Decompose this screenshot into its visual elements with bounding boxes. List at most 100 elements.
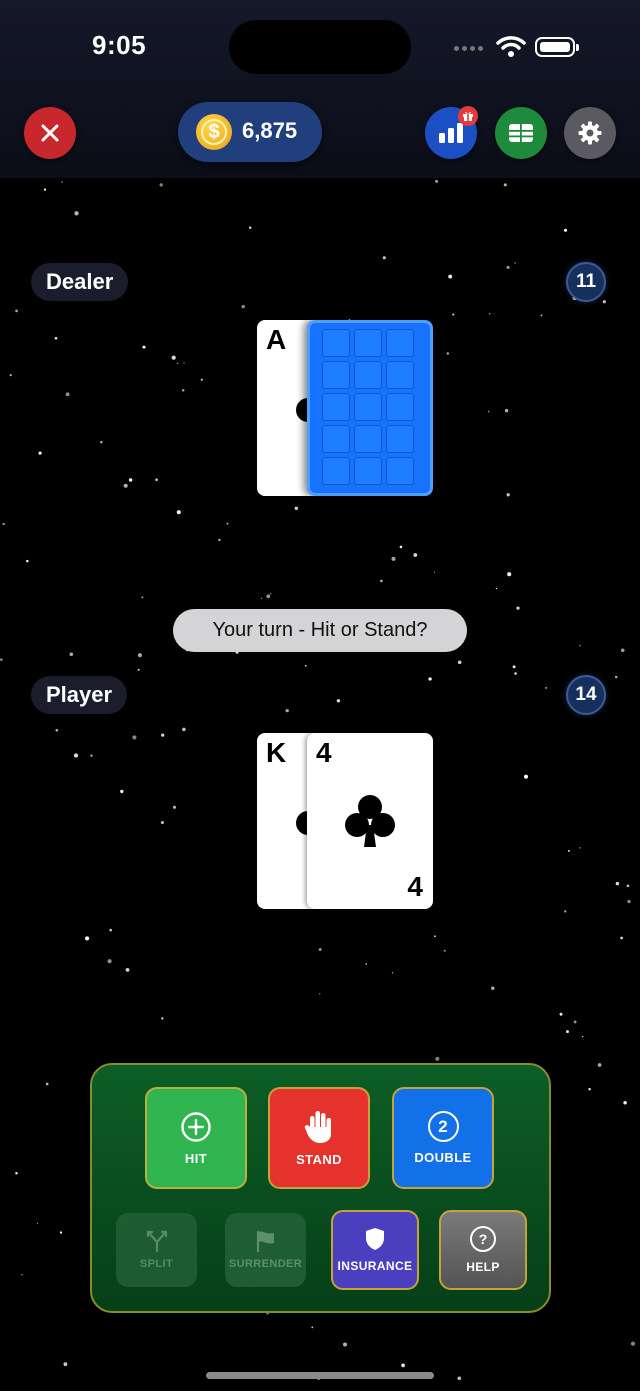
split-button[interactable]: SPLIT xyxy=(116,1213,197,1287)
star xyxy=(365,963,367,965)
double-button[interactable]: 2 DOUBLE xyxy=(392,1087,494,1189)
club-suit-icon xyxy=(345,795,395,847)
split-label: SPLIT xyxy=(139,1258,174,1270)
star xyxy=(563,228,568,232)
star xyxy=(43,188,47,191)
star xyxy=(413,553,418,557)
stand-button[interactable]: STAND xyxy=(268,1087,370,1189)
table-icon xyxy=(509,124,533,142)
insurance-label: INSURANCE xyxy=(337,1259,413,1273)
star xyxy=(172,805,177,809)
star xyxy=(304,664,307,667)
star xyxy=(567,849,570,852)
star xyxy=(21,1273,23,1276)
star xyxy=(336,699,341,703)
close-icon xyxy=(41,124,59,142)
card-rank: K xyxy=(266,737,287,768)
star xyxy=(401,1363,405,1368)
star xyxy=(620,648,625,653)
star xyxy=(581,1035,584,1038)
star xyxy=(294,506,299,511)
coin-amount: 6,875 xyxy=(242,118,298,143)
turn-message: Your turn - Hit or Stand? xyxy=(173,609,467,652)
star xyxy=(2,522,5,526)
split-arrows-icon xyxy=(146,1230,167,1252)
dealer-label: Dealer xyxy=(31,263,129,301)
star xyxy=(627,899,631,904)
star xyxy=(85,936,90,941)
star xyxy=(132,735,137,740)
dealer-card-facedown xyxy=(307,320,433,496)
star xyxy=(171,355,176,360)
close-button[interactable] xyxy=(24,107,76,159)
star xyxy=(226,522,229,525)
star xyxy=(433,571,436,573)
star xyxy=(391,972,394,974)
star xyxy=(614,675,618,679)
surrender-label: SURRENDER xyxy=(228,1258,303,1270)
player-score-badge: 14 xyxy=(566,675,606,715)
star xyxy=(125,967,130,972)
star xyxy=(566,1030,569,1034)
star xyxy=(434,935,436,938)
star xyxy=(311,1326,314,1329)
gear-icon xyxy=(578,121,602,145)
hand-icon xyxy=(304,1110,331,1143)
star xyxy=(579,645,581,647)
star xyxy=(342,1342,348,1347)
star xyxy=(428,677,432,681)
help-button[interactable]: ? HELP xyxy=(439,1210,527,1290)
help-icon: ? xyxy=(470,1226,496,1252)
star xyxy=(248,226,252,229)
coin-balance[interactable]: $ 6,875 xyxy=(178,102,322,162)
star xyxy=(241,304,245,309)
star xyxy=(512,665,516,669)
star xyxy=(506,493,510,497)
star xyxy=(69,652,74,657)
settings-button[interactable] xyxy=(564,107,616,159)
insurance-button[interactable]: INSURANCE xyxy=(331,1210,419,1290)
star xyxy=(141,596,144,599)
hit-button[interactable]: HIT xyxy=(145,1087,247,1189)
star xyxy=(45,1082,49,1086)
star xyxy=(15,1172,18,1175)
star xyxy=(503,183,507,187)
star xyxy=(285,708,289,713)
stats-icon xyxy=(439,123,463,143)
star xyxy=(382,256,386,260)
gift-icon xyxy=(458,106,478,126)
player-card-four: 4 4 xyxy=(307,733,433,909)
star xyxy=(218,538,221,542)
star xyxy=(620,936,623,940)
table-button[interactable] xyxy=(495,107,547,159)
star xyxy=(159,183,163,187)
star xyxy=(514,262,516,264)
star xyxy=(488,312,491,315)
signal-dots-icon xyxy=(454,46,483,51)
star xyxy=(176,362,179,365)
star xyxy=(523,774,529,779)
star xyxy=(109,928,113,932)
star xyxy=(137,668,140,671)
star xyxy=(443,949,446,952)
star xyxy=(176,510,181,515)
star xyxy=(448,274,453,279)
star xyxy=(181,389,185,392)
surrender-button[interactable]: SURRENDER xyxy=(225,1213,306,1287)
star xyxy=(261,597,263,600)
star xyxy=(597,1063,602,1067)
star xyxy=(59,1231,63,1234)
star xyxy=(61,181,63,183)
star xyxy=(602,300,606,304)
dealer-score-badge: 11 xyxy=(566,262,606,302)
star xyxy=(36,1222,39,1224)
star xyxy=(65,392,70,397)
star xyxy=(435,179,439,183)
star xyxy=(544,686,548,690)
wifi-icon xyxy=(496,36,526,57)
star xyxy=(123,483,128,488)
star xyxy=(100,441,103,444)
star xyxy=(182,727,186,732)
battery-icon xyxy=(535,37,579,57)
star xyxy=(559,1012,563,1016)
